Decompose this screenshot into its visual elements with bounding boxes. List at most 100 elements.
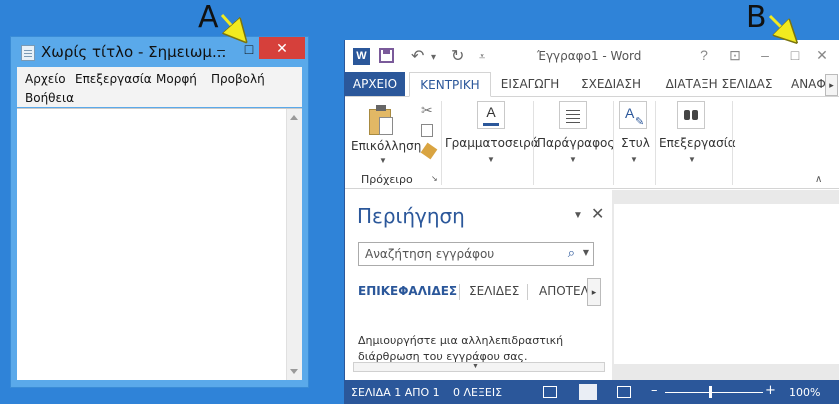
search-icon[interactable]: ⌕ xyxy=(568,246,575,261)
notepad-close-button[interactable]: ✕ xyxy=(259,37,305,59)
search-dropdown-icon[interactable]: ▼ xyxy=(583,248,589,257)
notepad-title: Χωρίς τίτλο - Σημειωμ... xyxy=(41,43,227,61)
notepad-maximize-button[interactable]: □ xyxy=(237,39,261,59)
notepad-minimize-button[interactable]: – xyxy=(209,39,233,59)
word-titlebar[interactable]: W ↶ ▾ ↻ ⩡ Έγγραφο1 - Word ? ⊡ – □ ✕ xyxy=(345,40,839,72)
nav-tabs-scroll-right-icon[interactable]: ▸ xyxy=(587,278,601,306)
undo-dropdown-icon[interactable]: ▾ xyxy=(431,52,436,63)
menu-file[interactable]: Αρχείο xyxy=(25,72,66,86)
cut-icon[interactable]: ✂ xyxy=(421,102,433,119)
pane-options-icon[interactable]: ▼ xyxy=(573,210,583,221)
status-bar: ΣΕΛΙΔΑ 1 ΑΠΟ 1 0 ΛΕΞΕΙΣ – + 100% xyxy=(345,380,839,404)
word-minimize-button[interactable]: – xyxy=(756,47,774,63)
zoom-level[interactable]: 100% xyxy=(789,386,820,399)
font-icon[interactable]: A xyxy=(477,101,505,129)
editing-group-button[interactable]: Επεξεργασία xyxy=(659,136,736,150)
tab-page-layout[interactable]: ΔΙΑΤΑΞΗ ΣΕΛΙΔΑΣ xyxy=(659,72,779,96)
redo-icon[interactable]: ↻ xyxy=(451,46,464,66)
nav-tab-headings[interactable]: ΕΠΙΚΕΦΑΛΙΔΕΣ xyxy=(358,284,457,298)
close-icon: ✕ xyxy=(276,40,288,56)
customize-qat-icon[interactable]: ⩡ xyxy=(479,51,485,64)
word-count[interactable]: 0 ΛΕΞΕΙΣ xyxy=(453,386,502,399)
paste-dropdown-icon[interactable]: ▼ xyxy=(379,156,387,165)
navigation-pane: Περιήγηση ▼ ✕ Αναζήτηση εγγράφου ⌕ ▼ ΕΠΙ… xyxy=(345,190,612,380)
paragraph-icon[interactable] xyxy=(559,101,587,129)
paste-icon[interactable] xyxy=(369,105,395,135)
paragraph-dropdown-icon[interactable]: ▼ xyxy=(569,155,577,164)
tab-file[interactable]: ΑΡΧΕΙΟ xyxy=(345,72,405,96)
nav-tab-pages[interactable]: ΣΕΛΙΔΕΣ xyxy=(469,284,519,298)
word-window: W ↶ ▾ ↻ ⩡ Έγγραφο1 - Word ? ⊡ – □ ✕ ΑΡΧΕ… xyxy=(344,40,839,404)
navigation-horizontal-scrollbar[interactable]: ▼ xyxy=(353,362,605,372)
word-maximize-button[interactable]: □ xyxy=(786,47,804,63)
paste-button[interactable]: Επικόλληση xyxy=(351,139,421,153)
ribbon-display-options-button[interactable]: ⊡ xyxy=(726,47,744,64)
help-button[interactable]: ? xyxy=(695,47,713,63)
arrow-a xyxy=(220,13,239,34)
styles-group-button[interactable]: Στυλ xyxy=(621,136,650,150)
arrow-b xyxy=(768,14,789,35)
notepad-icon xyxy=(21,45,35,61)
styles-dropdown-icon[interactable]: ▼ xyxy=(630,155,638,164)
tab-design[interactable]: ΣΧΕΔΙΑΣΗ xyxy=(573,72,649,96)
group-divider xyxy=(613,101,614,185)
web-layout-icon[interactable] xyxy=(617,386,631,398)
notepad-titlebar[interactable]: Χωρίς τίτλο - Σημειωμ... – □ ✕ xyxy=(11,37,308,67)
zoom-out-button[interactable]: – xyxy=(651,383,658,398)
tab-home[interactable]: ΚΕΝΤΡΙΚΗ xyxy=(409,72,491,97)
notepad-vertical-scrollbar[interactable] xyxy=(286,109,302,380)
scroll-down-icon[interactable]: ▼ xyxy=(472,363,479,370)
copy-icon[interactable] xyxy=(421,124,433,137)
scroll-up-icon[interactable] xyxy=(290,115,298,120)
read-mode-icon[interactable] xyxy=(543,386,557,398)
group-divider xyxy=(441,101,442,185)
notepad-window: Χωρίς τίτλο - Σημειωμ... – □ ✕ Αρχείο Επ… xyxy=(10,36,309,388)
nav-tab-divider xyxy=(527,284,528,300)
nav-tab-divider xyxy=(459,284,460,300)
ribbon: Επικόλληση ▼ ✂ Πρόχειρο ↘ A Γραμματοσειρ… xyxy=(345,97,839,189)
page-count[interactable]: ΣΕΛΙΔΑ 1 ΑΠΟ 1 xyxy=(351,386,440,399)
document-page[interactable] xyxy=(614,204,839,364)
navigation-message: Δημιουργήστε μια αλληλεπιδραστική διάρθρ… xyxy=(358,334,564,363)
zoom-slider-thumb[interactable] xyxy=(709,386,712,398)
notepad-menubar: Αρχείο Επεξεργασία Μορφή Προβολή Βοήθεια xyxy=(17,67,302,107)
editing-dropdown-icon[interactable]: ▼ xyxy=(688,155,696,164)
tab-scroll-right-icon[interactable]: ▸ xyxy=(825,74,838,96)
undo-icon[interactable]: ↶ xyxy=(411,46,424,66)
scroll-down-icon[interactable] xyxy=(290,369,298,374)
menu-edit[interactable]: Επεξεργασία xyxy=(75,72,152,86)
clipboard-group-label: Πρόχειρο xyxy=(361,173,413,186)
collapse-ribbon-icon[interactable]: ∧ xyxy=(815,174,822,185)
print-layout-icon[interactable] xyxy=(579,384,597,400)
font-group-button[interactable]: Γραμματοσειρά xyxy=(445,136,539,150)
styles-icon[interactable]: A ✎ xyxy=(619,101,647,129)
search-document-input[interactable]: Αναζήτηση εγγράφου ⌕ ▼ xyxy=(358,242,594,266)
font-dropdown-icon[interactable]: ▼ xyxy=(487,155,495,164)
menu-format[interactable]: Μορφή xyxy=(156,72,197,86)
nav-tab-results[interactable]: ΑΠΟΤΕΛ xyxy=(539,284,589,298)
word-close-button[interactable]: ✕ xyxy=(813,47,831,64)
tab-insert[interactable]: ΕΙΣΑΓΩΓΗ xyxy=(495,72,565,96)
notepad-text-area[interactable] xyxy=(17,108,302,380)
annotation-label-a: A xyxy=(198,0,219,35)
group-divider xyxy=(533,101,534,185)
menu-view[interactable]: Προβολή xyxy=(211,72,265,86)
annotation-label-b: B xyxy=(746,0,767,35)
group-divider xyxy=(655,101,656,185)
menu-help[interactable]: Βοήθεια xyxy=(25,91,74,105)
search-document-placeholder: Αναζήτηση εγγράφου xyxy=(365,247,495,261)
save-icon[interactable] xyxy=(379,48,394,63)
minimize-icon: – xyxy=(217,41,225,57)
document-area xyxy=(612,190,839,380)
paragraph-group-button[interactable]: Παράγραφος xyxy=(537,136,614,150)
maximize-icon: □ xyxy=(244,41,254,57)
group-divider xyxy=(732,101,733,185)
format-painter-icon[interactable] xyxy=(420,142,438,160)
binoculars-icon[interactable] xyxy=(677,101,705,129)
zoom-slider[interactable] xyxy=(665,392,763,393)
close-pane-icon[interactable]: ✕ xyxy=(591,204,604,224)
zoom-in-button[interactable]: + xyxy=(765,383,776,398)
clipboard-launcher-icon[interactable]: ↘ xyxy=(431,174,438,183)
navigation-pane-title: Περιήγηση xyxy=(357,204,465,228)
word-document-title: Έγγραφο1 - Word xyxy=(537,49,642,63)
